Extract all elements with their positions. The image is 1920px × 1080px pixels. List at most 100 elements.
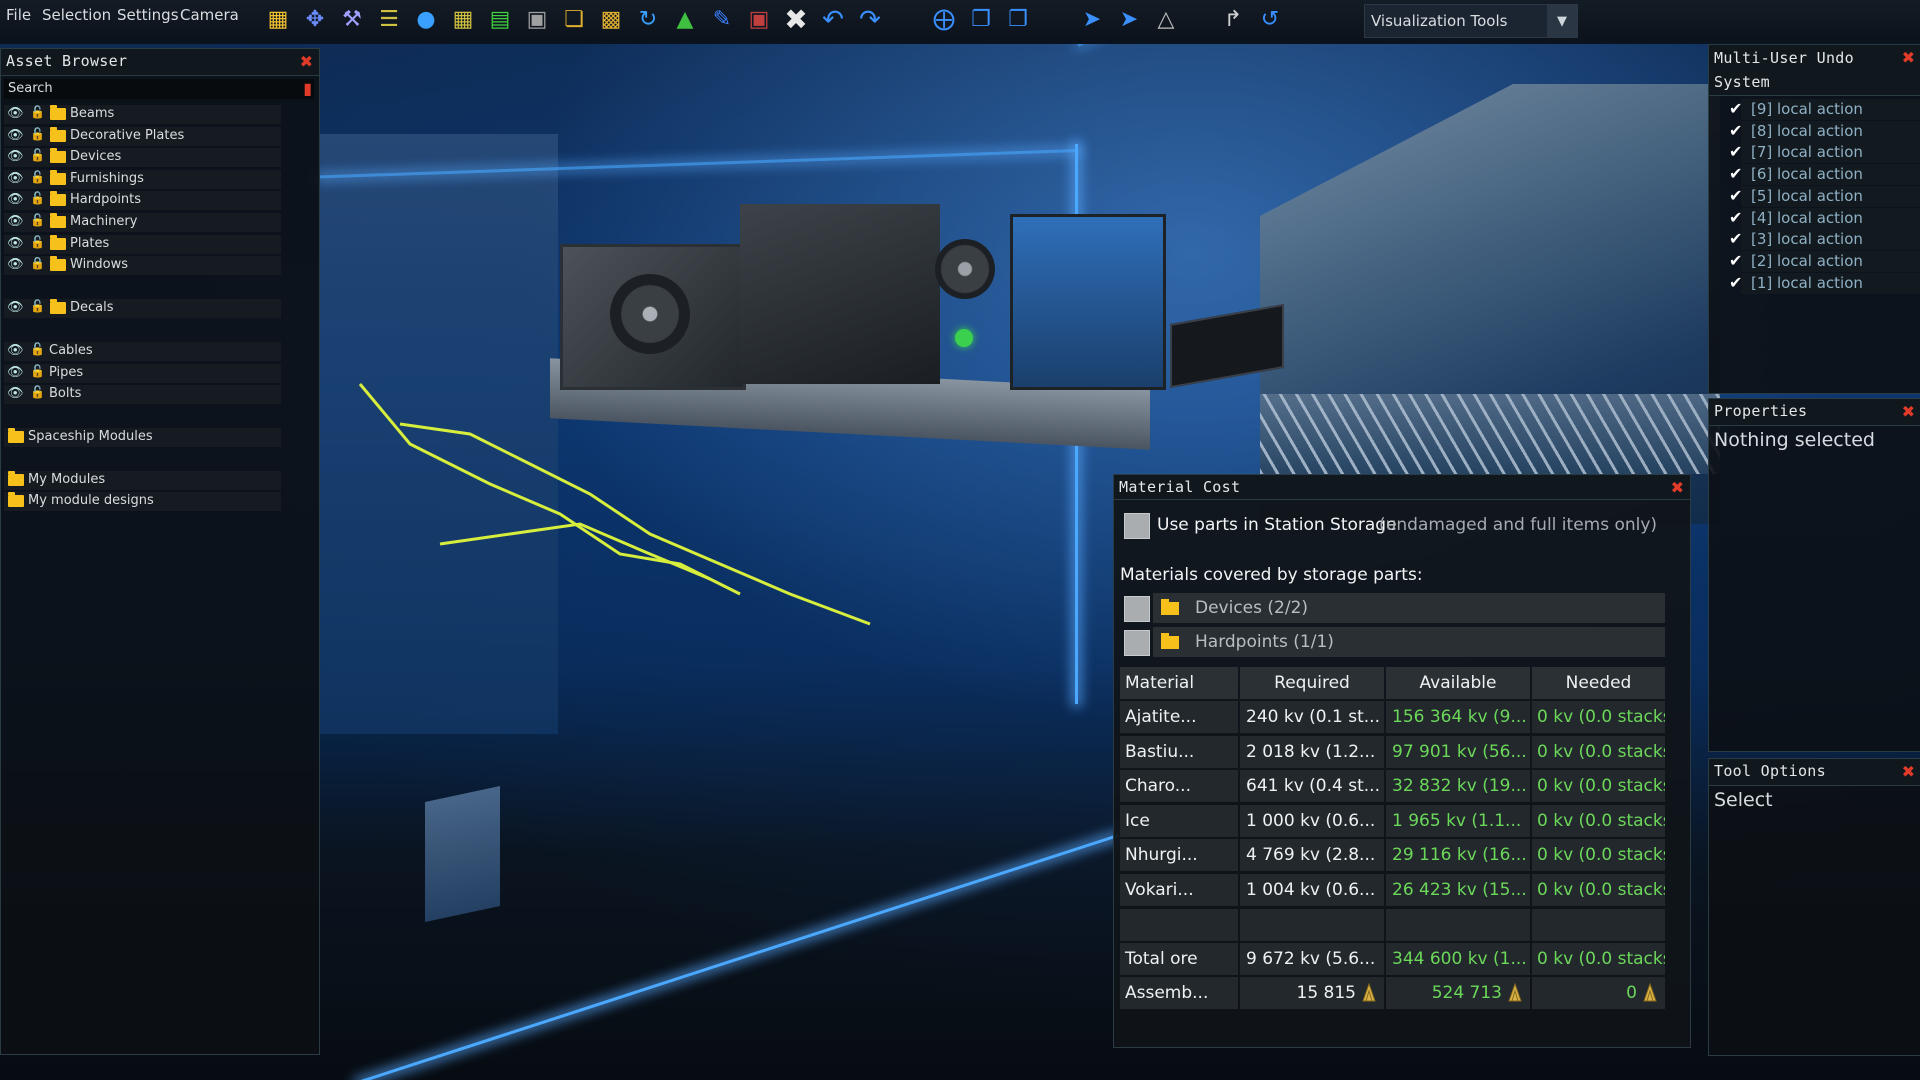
- close-icon[interactable]: ✖: [1902, 762, 1915, 781]
- unlock-icon[interactable]: 🔓: [30, 191, 45, 205]
- list-icon[interactable]: ☰: [375, 6, 403, 34]
- close-icon[interactable]: ✖: [1671, 478, 1684, 497]
- close-icon[interactable]: ✖: [300, 52, 313, 71]
- unlock-icon[interactable]: 🔓: [30, 342, 45, 356]
- eye-icon[interactable]: 👁: [7, 192, 24, 207]
- paste-icon[interactable]: ▩: [597, 6, 625, 34]
- tree-item[interactable]: 👁 🔓 Furnishings: [4, 170, 281, 189]
- measure-icon[interactable]: △: [1152, 6, 1180, 34]
- eye-icon[interactable]: 👁: [7, 236, 24, 251]
- eye-icon[interactable]: 👁: [7, 149, 24, 164]
- table-cell: 4 769 kv (2.8...: [1240, 839, 1384, 872]
- module-icon[interactable]: ❐: [967, 6, 995, 34]
- eye-icon[interactable]: 👁: [7, 386, 24, 401]
- table-cell: 0 kv (0.0 stacks): [1532, 804, 1665, 837]
- tree-item[interactable]: 👁 🔓 Cables: [4, 342, 281, 361]
- search-input[interactable]: Search ▮: [4, 79, 314, 99]
- tree-item[interactable]: My module designs: [4, 492, 281, 511]
- eye-icon[interactable]: 👁: [7, 365, 24, 380]
- move-tool-icon[interactable]: ✥: [301, 6, 329, 34]
- unlock-icon[interactable]: 🔓: [30, 127, 45, 141]
- eye-icon[interactable]: 👁: [7, 343, 24, 358]
- grid-icon[interactable]: ▦: [449, 6, 477, 34]
- tree-item[interactable]: My Modules: [4, 471, 281, 490]
- category-checkbox[interactable]: [1124, 630, 1150, 656]
- menu-camera[interactable]: Camera: [180, 6, 239, 24]
- tree-item[interactable]: 👁 🔓 Bolts: [4, 385, 281, 404]
- undo-item[interactable]: ✔ [1] local action: [1729, 272, 1920, 294]
- sphere-icon[interactable]: ●: [412, 6, 440, 34]
- category-row[interactable]: Hardpoints (1/1): [1153, 627, 1665, 657]
- frame-icon[interactable]: ▣: [523, 6, 551, 34]
- eye-icon[interactable]: 👁: [7, 171, 24, 186]
- picker-icon[interactable]: ✎: [708, 6, 736, 34]
- unlock-icon[interactable]: 🔓: [30, 148, 45, 162]
- cell-text: Material: [1125, 673, 1195, 693]
- close-icon[interactable]: ✖: [1902, 48, 1915, 67]
- select-tool-icon[interactable]: ▦: [264, 6, 292, 34]
- tree-item[interactable]: 👁 🔓 Pipes: [4, 364, 281, 383]
- undo-item[interactable]: ✔ [8] local action: [1729, 120, 1920, 142]
- visualization-tools-dropdown[interactable]: Visualization Tools ▼: [1364, 4, 1578, 38]
- unlock-icon[interactable]: 🔓: [30, 235, 45, 249]
- undo-item-label: [6] local action: [1751, 165, 1863, 184]
- undo-item[interactable]: ✔ [9] local action: [1729, 99, 1920, 120]
- pin2-icon[interactable]: ➤: [1115, 6, 1143, 34]
- eye-icon[interactable]: 👁: [7, 214, 24, 229]
- tree-item[interactable]: 👁 🔓 Beams: [4, 105, 281, 124]
- unlock-icon[interactable]: 🔓: [30, 213, 45, 227]
- unlock-icon[interactable]: 🔓: [30, 364, 45, 378]
- asset-browser-panel: Asset Browser ✖ Search ▮ 👁 🔓 Beams 👁 🔓 Decora…: [0, 48, 320, 1055]
- tree-item[interactable]: 👁 🔓 Machinery: [4, 213, 281, 232]
- undo-item[interactable]: ✔ [3] local action: [1729, 229, 1920, 251]
- tree-item[interactable]: 👁 🔓 Plates: [4, 235, 281, 254]
- unlock-icon[interactable]: 🔓: [30, 170, 45, 184]
- undo-item[interactable]: ✔ [6] local action: [1729, 164, 1920, 186]
- tree-item[interactable]: 👁 🔓 Decorative Plates: [4, 127, 281, 146]
- trash-icon[interactable]: ▮: [303, 79, 312, 98]
- undo-icon[interactable]: ↶: [819, 6, 847, 34]
- undo-item[interactable]: ✔ [7] local action: [1729, 142, 1920, 164]
- use-storage-checkbox[interactable]: [1124, 513, 1150, 539]
- redo-icon[interactable]: ↷: [856, 6, 884, 34]
- undo-item[interactable]: ✔ [5] local action: [1729, 185, 1920, 207]
- undo-item[interactable]: ✔ [4] local action: [1729, 207, 1920, 229]
- add-module-icon[interactable]: ⨁: [930, 6, 958, 34]
- covered-label: Materials covered by storage parts:: [1120, 565, 1423, 585]
- category-checkbox[interactable]: [1124, 596, 1150, 622]
- close-icon[interactable]: ✖: [1902, 402, 1915, 421]
- tree-item[interactable]: 👁 🔒 Windows: [4, 256, 281, 275]
- menu-file[interactable]: File: [6, 6, 31, 24]
- pin-icon[interactable]: ➤: [1078, 6, 1106, 34]
- bars-icon[interactable]: ▤: [486, 6, 514, 34]
- module-edit-icon[interactable]: ❐: [1004, 6, 1032, 34]
- unlock-icon[interactable]: 🔓: [30, 385, 45, 399]
- menu-selection[interactable]: Selection: [42, 6, 111, 24]
- tree-item[interactable]: 👁 🔓 Devices: [4, 148, 281, 167]
- build-tool-icon[interactable]: ⚒: [338, 6, 366, 34]
- cell-text: 0 kv (0.0 stacks): [1537, 707, 1665, 727]
- tree-item[interactable]: 👁 🔓 Hardpoints: [4, 191, 281, 210]
- rotate-icon[interactable]: ↻: [634, 6, 662, 34]
- category-row[interactable]: Devices (2/2): [1153, 593, 1665, 623]
- table-cell: Required: [1240, 667, 1384, 699]
- tree-item[interactable]: 👁 🔓 Decals: [4, 299, 281, 318]
- delete-icon[interactable]: ✖: [782, 6, 810, 34]
- table-cell: [1120, 909, 1238, 941]
- undo-item[interactable]: ✔ [2] local action: [1729, 250, 1920, 272]
- lock-icon[interactable]: 🔒: [30, 256, 45, 270]
- unlock-icon[interactable]: 🔓: [30, 105, 45, 119]
- eye-icon[interactable]: 👁: [7, 128, 24, 143]
- copy-icon[interactable]: ❏: [560, 6, 588, 34]
- lock-icon[interactable]: ▲: [671, 6, 699, 34]
- eye-icon[interactable]: 👁: [7, 257, 24, 272]
- refresh-icon[interactable]: ↺: [1256, 6, 1284, 34]
- menu-settings[interactable]: Settings: [117, 6, 179, 24]
- eye-icon[interactable]: 👁: [7, 106, 24, 121]
- chevron-down-icon[interactable]: ▼: [1547, 5, 1577, 37]
- eye-icon[interactable]: 👁: [7, 300, 24, 315]
- axis-icon[interactable]: ↱: [1219, 6, 1247, 34]
- save-icon[interactable]: ▣: [745, 6, 773, 34]
- unlock-icon[interactable]: 🔓: [30, 299, 45, 313]
- tree-item[interactable]: Spaceship Modules: [4, 428, 281, 447]
